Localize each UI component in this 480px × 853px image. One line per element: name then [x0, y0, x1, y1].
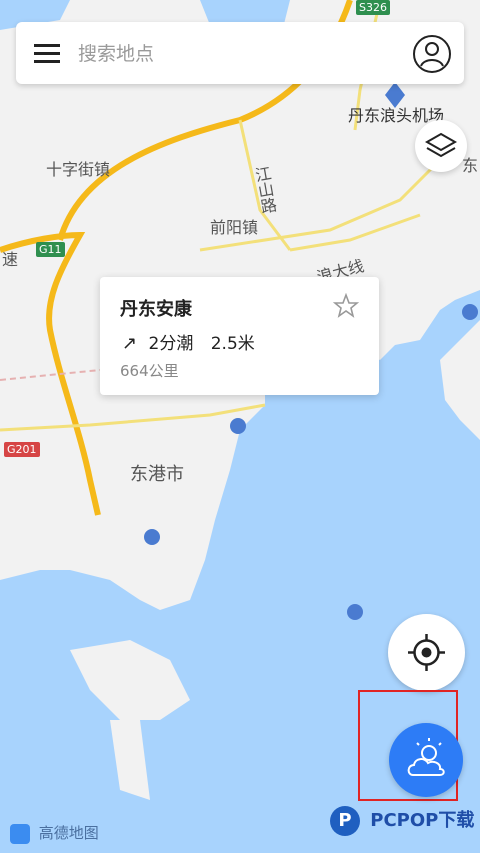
weather-button[interactable] [389, 723, 463, 797]
map-label-donggang[interactable]: 东港市 [130, 460, 184, 486]
pcpop-watermark: P PCPOP下载 [330, 806, 474, 836]
road-shield-g11[interactable]: G11 [36, 242, 65, 257]
layers-icon [424, 132, 458, 158]
tide-rising-arrow-icon: ↗ [122, 333, 138, 354]
tide-summary: ↗ 2分潮 2.5米 [122, 329, 255, 354]
amap-logo: 高德地图 [10, 822, 99, 844]
amap-logo-icon [10, 823, 30, 844]
map-label-qianyang[interactable]: 前阳镇 [210, 214, 258, 238]
pcpop-logo-icon: P [330, 806, 360, 836]
favorite-star-icon[interactable] [333, 293, 359, 319]
tide-height: 2.5米 [210, 334, 255, 354]
menu-icon[interactable] [34, 40, 60, 66]
search-input[interactable] [76, 32, 400, 76]
road-shield-g201[interactable]: G201 [4, 442, 40, 457]
search-bar [16, 22, 464, 84]
locate-me-button[interactable] [388, 614, 465, 691]
pcpop-watermark-text: PCPOP下载 [370, 810, 475, 831]
map-label-shizi[interactable]: 十字街镇 [46, 156, 110, 180]
weather-cloud-sun-icon [407, 738, 445, 776]
tide-info-card[interactable]: 丹东安康 ↗ 2分潮 2.5米 664公里 [100, 277, 379, 395]
user-avatar-icon[interactable] [412, 34, 452, 74]
crosshair-icon [408, 634, 445, 671]
amap-logo-text: 高德地图 [38, 824, 99, 842]
map-layers-button[interactable] [415, 120, 467, 172]
map-label-highway-left[interactable]: 速 [2, 246, 18, 270]
tide-distance: 664公里 [120, 362, 179, 380]
road-shield-s326[interactable]: S326 [356, 0, 390, 15]
tide-type: 2分潮 [148, 334, 194, 354]
tide-station-name: 丹东安康 [120, 299, 192, 320]
